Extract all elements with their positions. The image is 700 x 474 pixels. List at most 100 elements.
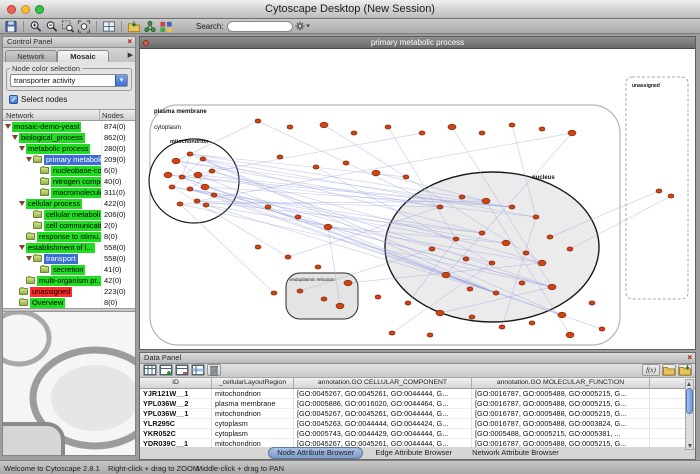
tree-row[interactable]: cell communicati...2(0) [3, 220, 135, 231]
tab-mosaic[interactable]: Mosaic [57, 50, 109, 62]
network-node[interactable] [277, 155, 283, 159]
tree-row[interactable]: cellular process422(0) [3, 198, 135, 209]
network-node[interactable] [558, 312, 566, 318]
network-node[interactable] [502, 240, 510, 246]
network-node[interactable] [533, 215, 539, 219]
row-select-button[interactable] [191, 364, 205, 376]
network-node[interactable] [375, 295, 381, 299]
network-node[interactable] [499, 325, 505, 329]
window-titlebar[interactable]: Cytoscape Desktop (New Session) [0, 0, 700, 19]
network-node[interactable] [211, 193, 217, 197]
dropdown-arrow-icon[interactable] [115, 75, 127, 86]
tree-row[interactable]: multi-organism pr...42(0) [3, 275, 135, 286]
graphics-details-icon[interactable] [102, 20, 116, 33]
zoom-out-icon[interactable] [45, 20, 59, 33]
table-row[interactable]: YDR039C__1mitochondrion[GO:0045267, GO:0… [140, 439, 695, 447]
network-node[interactable] [187, 152, 193, 156]
table-row[interactable]: YKR052Ccytoplasm[GO:0005743, GO:0044429,… [140, 429, 695, 439]
network-node[interactable] [313, 165, 319, 169]
clear-table-button[interactable] [207, 364, 221, 376]
network-node[interactable] [343, 161, 349, 165]
network-node[interactable] [336, 303, 344, 309]
network-node[interactable] [429, 247, 435, 251]
tree-row[interactable]: transport558(0) [3, 253, 135, 264]
network-node[interactable] [599, 327, 605, 331]
network-node[interactable] [453, 237, 459, 241]
network-node[interactable] [265, 205, 271, 209]
network-node[interactable] [177, 202, 183, 206]
scroll-up-icon[interactable] [686, 380, 693, 387]
attribute-delete-button[interactable] [175, 364, 189, 376]
tree-node-label[interactable]: secretion [51, 265, 85, 275]
network-node[interactable] [467, 287, 473, 291]
network-node[interactable] [668, 194, 674, 198]
network-node[interactable] [203, 203, 209, 207]
tab-overflow-arrow-icon[interactable] [128, 50, 133, 62]
tree-row[interactable]: primary metabolic...209(0) [3, 154, 135, 165]
tree-row[interactable]: response to stimu...8(0) [3, 231, 135, 242]
tree-row[interactable]: metabolic process280(0) [3, 143, 135, 154]
tree-column-network[interactable]: Network [3, 110, 100, 120]
network-node[interactable] [194, 172, 202, 178]
table-row[interactable]: YJR121W__1mitochondrion[GO:0045267, GO:0… [140, 389, 695, 399]
tree-row[interactable]: mosaic-demo-yeast874(0) [3, 121, 135, 132]
zoom-fit-icon[interactable] [77, 20, 91, 33]
tree-row[interactable]: establishment of l...558(0) [3, 242, 135, 253]
tree-node-label[interactable]: unassigned [30, 287, 72, 297]
network-node[interactable] [547, 235, 553, 239]
tree-row[interactable]: unassigned223(0) [3, 286, 135, 297]
network-node[interactable] [187, 187, 193, 191]
import-table-button[interactable] [662, 364, 676, 376]
network-node[interactable] [489, 261, 495, 265]
expander-icon[interactable] [19, 244, 26, 251]
network-node[interactable] [295, 215, 301, 219]
network-node[interactable] [389, 331, 395, 335]
export-table-button[interactable] [678, 364, 692, 376]
column-header[interactable]: ID [140, 378, 212, 388]
save-session-icon[interactable] [4, 20, 18, 33]
network-node[interactable] [255, 119, 261, 123]
network-node[interactable] [459, 195, 465, 199]
network-node[interactable] [419, 131, 425, 135]
network-node[interactable] [427, 333, 433, 337]
new-network-icon[interactable] [143, 20, 157, 33]
table-row[interactable]: YPL036W__1mitochondrion[GO:0045267, GO:0… [140, 409, 695, 419]
expander-icon[interactable] [5, 123, 12, 130]
tree-node-label[interactable]: Overview [30, 298, 65, 308]
network-node[interactable] [566, 332, 574, 338]
network-node[interactable] [469, 315, 475, 319]
network-node[interactable] [523, 251, 529, 255]
network-node[interactable] [493, 291, 499, 295]
tab-network-attribute-browser[interactable]: Network Attribute Browser [464, 448, 567, 458]
tree-node-label[interactable]: response to stimu... [37, 232, 106, 242]
network-node[interactable] [385, 125, 391, 129]
tree-node-label[interactable]: biological_process [19, 133, 85, 143]
network-node[interactable] [529, 321, 535, 325]
import-network-icon[interactable] [127, 20, 141, 33]
formula-builder-button[interactable]: f(x) [642, 364, 660, 376]
node-color-dropdown[interactable]: transporter activity [10, 74, 128, 87]
network-node[interactable] [405, 301, 411, 305]
network-node[interactable] [320, 122, 328, 128]
tree-node-label[interactable]: metabolic process [26, 144, 90, 154]
tree-node-label[interactable]: cellular process [26, 199, 82, 209]
zoom-selection-icon[interactable] [61, 20, 75, 33]
network-canvas[interactable]: plasma membranecytoplasmmitochondrionnuc… [140, 49, 695, 349]
table-row[interactable]: YPL036W__2plasma membrane[GO:0005886, GO… [140, 399, 695, 409]
tree-row[interactable]: macromolecule m...311(0) [3, 187, 135, 198]
tree-node-label[interactable]: mosaic-demo-yeast [12, 122, 81, 132]
network-node[interactable] [324, 224, 332, 230]
attribute-new-button[interactable] [159, 364, 173, 376]
network-node[interactable] [200, 157, 206, 161]
network-node[interactable] [548, 284, 556, 290]
scroll-thumb[interactable] [686, 388, 693, 414]
tree-row[interactable]: nitrogen compou...40(0) [3, 176, 135, 187]
expander-icon[interactable] [12, 134, 19, 141]
network-node[interactable] [463, 257, 469, 261]
network-node[interactable] [519, 281, 525, 285]
network-node[interactable] [568, 130, 576, 136]
scroll-down-icon[interactable] [687, 442, 694, 449]
network-node[interactable] [255, 245, 261, 249]
attribute-select-button[interactable] [143, 364, 157, 376]
network-node[interactable] [442, 272, 450, 278]
